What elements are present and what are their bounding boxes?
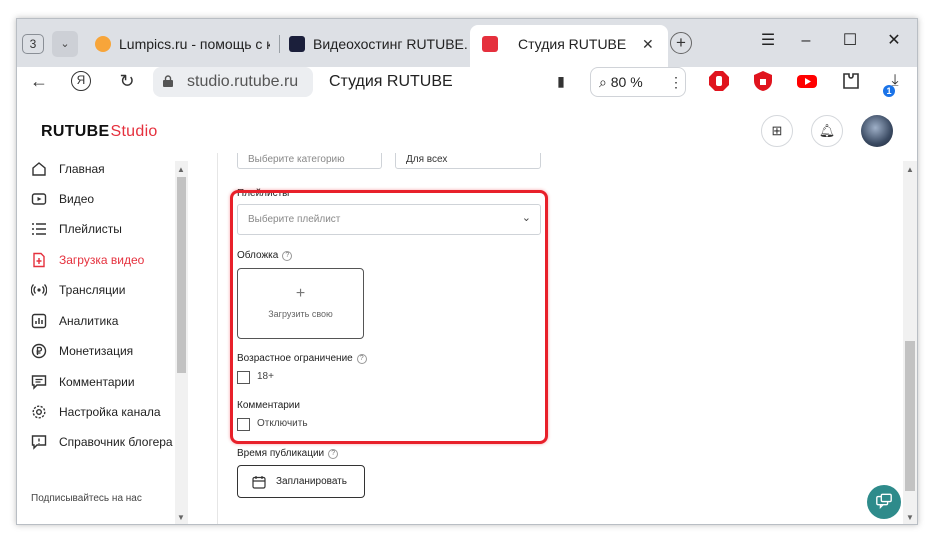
calendar-icon <box>252 476 266 489</box>
menu-icon[interactable]: ☰ <box>753 27 783 55</box>
logo-main: RUTUBE <box>41 123 110 140</box>
browser-window: 3 ⌄ Lumpics.ru - помощь с к Видеохостинг… <box>16 18 918 525</box>
sidebar-item-label: Загрузка видео <box>59 253 145 267</box>
list-icon <box>32 223 46 235</box>
lock-icon <box>163 75 173 87</box>
avatar[interactable] <box>861 115 893 147</box>
audience-value: Для всех <box>406 154 448 165</box>
sidebar-item-label: Видео <box>59 192 95 206</box>
publish-time-text: Время публикации <box>237 448 325 459</box>
upload-file-icon <box>33 252 45 268</box>
close-window-icon[interactable]: ✕ <box>879 27 909 55</box>
help-chat-icon <box>31 435 47 450</box>
sidebar-item-label: Трансляции <box>59 283 126 297</box>
sidebar-item-label: Плейлисты <box>59 222 122 236</box>
sidebar-item-label: Главная <box>59 162 105 176</box>
maximize-icon[interactable]: ☐ <box>835 27 865 55</box>
broadcast-icon <box>31 284 47 296</box>
scroll-down-icon[interactable]: ▼ <box>906 513 914 522</box>
annotation-highlight-frame <box>230 190 548 444</box>
more-options-icon[interactable]: ⋮ <box>669 68 683 96</box>
studio-favicon-icon <box>482 36 498 52</box>
publish-time-label: Время публикации? <box>237 448 339 459</box>
schedule-button[interactable]: Запланировать <box>237 465 365 498</box>
tab-title: Видеохостинг RUTUBE. С <box>313 36 467 52</box>
tab-title: Студия RUTUBE <box>518 36 627 52</box>
main-scroll-thumb[interactable] <box>905 341 915 491</box>
schedule-button-label: Запланировать <box>276 476 347 487</box>
page-title: Студия RUTUBE <box>329 73 453 90</box>
sidebar-item-label: Настройка канала <box>59 405 161 419</box>
sidebar-scrollbar[interactable]: ▲ ▼ <box>175 161 188 524</box>
extensions-puzzle-icon[interactable] <box>840 70 862 92</box>
browser-toolbar: ← Я ↻ studio.rutube.ru Студия RUTUBE ▮ ⌕… <box>17 67 917 97</box>
zoom-value: 80 % <box>610 74 643 90</box>
analytics-icon <box>31 313 47 329</box>
upload-plus-icon[interactable]: ⊞ <box>761 115 793 147</box>
tab-title: Lumpics.ru - помощь с к <box>119 36 270 52</box>
sidebar-scroll-thumb[interactable] <box>177 177 186 373</box>
studio-header: RUTUBEStudio ⊞ 🔔︎ <box>17 109 917 153</box>
bookmark-icon[interactable]: ▮ <box>549 69 573 93</box>
back-arrow-icon[interactable]: ← <box>27 69 51 93</box>
tab-strip: 3 ⌄ Lumpics.ru - помощь с к Видеохостинг… <box>17 19 917 67</box>
tab-rutube-studio[interactable]: Студия RUTUBE ✕ <box>482 29 662 59</box>
close-tab-icon[interactable]: ✕ <box>642 29 654 59</box>
rutube-studio-logo[interactable]: RUTUBEStudio <box>41 123 158 141</box>
zoom-control[interactable]: ⌕ 80 % ⋮ <box>590 67 686 97</box>
main-scrollbar[interactable]: ▲ ▼ <box>903 161 917 524</box>
video-icon <box>31 193 47 205</box>
sidebar: Главная Видео Плейлисты Загрузка видео Т… <box>17 153 189 524</box>
home-icon <box>32 162 46 176</box>
new-tab-plus-icon[interactable]: + <box>670 32 692 54</box>
audience-select[interactable]: Для всех <box>395 153 541 169</box>
gear-icon <box>32 405 46 419</box>
reload-icon[interactable]: ↻ <box>115 69 139 93</box>
youtube-icon[interactable] <box>796 70 818 92</box>
category-placeholder: Выберите категорию <box>248 154 345 165</box>
sidebar-item-label: Аналитика <box>59 314 119 328</box>
tab-divider <box>279 35 280 53</box>
tab-list-chevron-icon[interactable]: ⌄ <box>52 31 78 57</box>
sidebar-item-label: Монетизация <box>59 344 134 358</box>
help-icon[interactable]: ? <box>328 449 339 459</box>
ruble-icon <box>31 343 47 359</box>
zoom-level: ⌕ 80 % <box>599 74 643 90</box>
comment-icon <box>31 375 47 390</box>
bell-icon[interactable]: 🔔︎ <box>811 115 843 147</box>
adblock-icon[interactable] <box>708 70 730 92</box>
scroll-down-icon[interactable]: ▼ <box>177 513 185 522</box>
tab-rutube[interactable]: Видеохостинг RUTUBE. С <box>289 29 467 59</box>
sidebar-item-label: Справочник блогера <box>59 435 173 449</box>
sidebar-item-label: Комментарии <box>59 375 135 389</box>
support-chat-button[interactable] <box>867 485 901 519</box>
lumpics-favicon-icon <box>95 36 111 52</box>
download-count-badge: 1 <box>883 85 895 97</box>
address-bar[interactable]: studio.rutube.ru <box>153 67 313 97</box>
category-select[interactable]: Выберите категорию <box>237 153 382 169</box>
scroll-up-icon[interactable]: ▲ <box>906 165 914 174</box>
subscribe-label: Подписывайтесь на нас <box>31 493 142 504</box>
tab-lumpics[interactable]: Lumpics.ru - помощь с к <box>95 29 270 59</box>
yandex-logo-icon[interactable]: Я <box>71 71 91 91</box>
url-text: studio.rutube.ru <box>187 73 299 90</box>
logo-sub: Studio <box>110 123 158 140</box>
shield-icon[interactable] <box>752 70 774 92</box>
tab-count-button[interactable]: 3 <box>22 34 44 54</box>
rutube-favicon-icon <box>289 36 305 52</box>
scroll-up-icon[interactable]: ▲ <box>177 165 185 174</box>
minimize-icon[interactable]: – <box>791 27 821 55</box>
chat-icon <box>876 493 892 510</box>
